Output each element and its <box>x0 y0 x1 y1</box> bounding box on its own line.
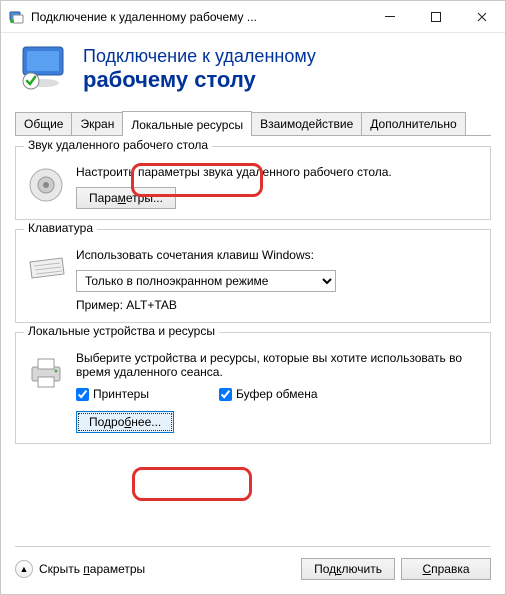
minimize-button[interactable] <box>367 2 413 32</box>
tab-local-resources[interactable]: Локальные ресурсы <box>122 111 252 136</box>
tab-panel-local-resources: Звук удаленного рабочего стола Настроить… <box>1 136 505 469</box>
printer-icon <box>26 351 66 391</box>
clipboard-checkbox-input[interactable] <box>219 388 232 401</box>
annotation-highlight <box>132 467 252 501</box>
speaker-icon <box>26 165 66 205</box>
keyboard-example: Пример: ALT+TAB <box>76 298 480 312</box>
group-keyboard: Клавиатура Использовать сочетания клавиш… <box>15 229 491 323</box>
banner-text: Подключение к удаленному рабочему столу <box>83 46 316 92</box>
group-remote-audio: Звук удаленного рабочего стола Настроить… <box>15 146 491 220</box>
computer-icon <box>19 45 73 93</box>
group-title-local: Локальные устройства и ресурсы <box>24 324 219 338</box>
tab-advanced[interactable]: Дополнительно <box>361 112 465 135</box>
keyboard-description: Использовать сочетания клавиш Windows: <box>76 248 480 262</box>
help-button[interactable]: Справка <box>401 558 491 580</box>
footer: ▲ Скрыть параметры Подключить Справка <box>15 558 491 580</box>
audio-settings-button[interactable]: Параметры... <box>76 187 176 209</box>
printers-label: Принтеры <box>93 387 149 401</box>
group-local-devices: Локальные устройства и ресурсы Выберите … <box>15 332 491 444</box>
button-label: Подробнее... <box>89 415 161 429</box>
chevron-up-icon: ▲ <box>15 560 33 578</box>
app-icon <box>9 9 25 25</box>
printers-checkbox-input[interactable] <box>76 388 89 401</box>
printers-checkbox[interactable]: Принтеры <box>76 387 149 401</box>
close-button[interactable] <box>459 2 505 32</box>
rdc-window: Подключение к удаленному рабочему ... <box>0 0 506 595</box>
more-devices-button[interactable]: Подробнее... <box>76 411 174 433</box>
banner-title-line1: Подключение к удаленному <box>83 46 316 67</box>
clipboard-checkbox[interactable]: Буфер обмена <box>219 387 318 401</box>
window-controls <box>367 2 505 32</box>
tab-strip: Общие Экран Локальные ресурсы Взаимодейс… <box>15 111 491 136</box>
titlebar: Подключение к удаленному рабочему ... <box>1 1 505 33</box>
button-label: Справка <box>422 562 469 576</box>
group-title-keyboard: Клавиатура <box>24 221 97 235</box>
tab-general[interactable]: Общие <box>15 112 72 135</box>
audio-description: Настроить параметры звука удаленного раб… <box>76 165 480 179</box>
keyboard-mode-select[interactable]: Только в полноэкранном режиме <box>76 270 336 292</box>
window-title: Подключение к удаленному рабочему ... <box>31 10 367 24</box>
banner-title-line2: рабочему столу <box>83 67 316 92</box>
maximize-button[interactable] <box>413 2 459 32</box>
banner: Подключение к удаленному рабочему столу <box>1 33 505 107</box>
hide-options-toggle[interactable]: ▲ Скрыть параметры <box>15 560 145 578</box>
button-label: Подключить <box>314 562 382 576</box>
footer-divider <box>15 546 491 547</box>
hide-options-label: Скрыть параметры <box>39 562 145 576</box>
local-description: Выберите устройства и ресурсы, которые в… <box>76 351 480 379</box>
tab-display[interactable]: Экран <box>71 112 123 135</box>
button-label: Параметры... <box>89 191 163 205</box>
clipboard-label: Буфер обмена <box>236 387 318 401</box>
connect-button[interactable]: Подключить <box>301 558 395 580</box>
group-title-audio: Звук удаленного рабочего стола <box>24 138 212 152</box>
tab-experience[interactable]: Взаимодействие <box>251 112 362 135</box>
keyboard-icon <box>26 248 66 288</box>
